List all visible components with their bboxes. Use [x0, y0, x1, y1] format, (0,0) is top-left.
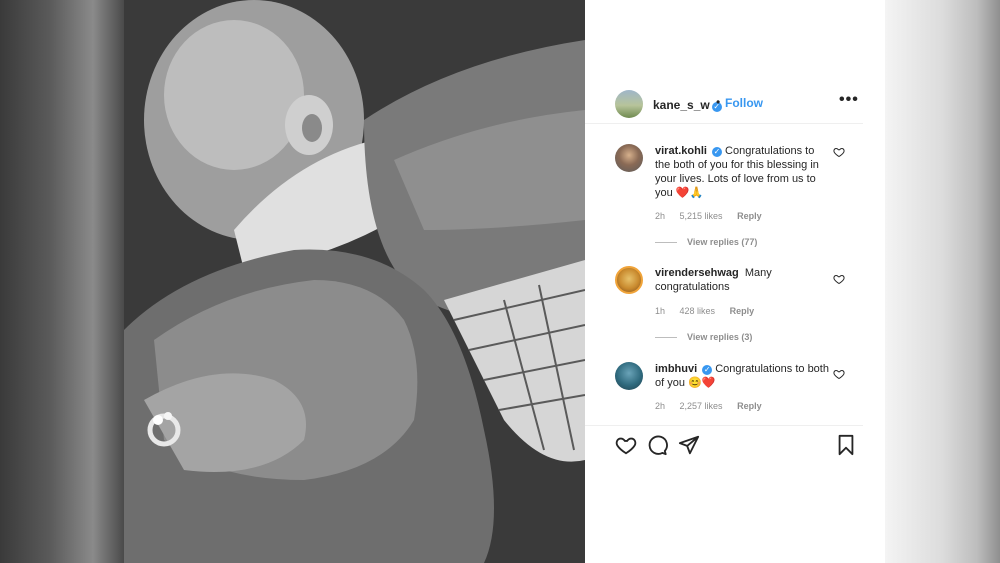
owner-username-group[interactable]: kane_s_w ✓ [653, 96, 722, 114]
owner-avatar[interactable] [615, 90, 643, 118]
comment-item: virat.kohli ✓ Congratulations to the both… [615, 144, 855, 254]
comment-icon[interactable] [646, 434, 668, 456]
comment-meta: 2h 5,215 likes Reply [655, 211, 774, 221]
commenter-username[interactable]: imbhuvi [655, 363, 697, 375]
comment-likes[interactable]: 428 likes [680, 306, 716, 316]
post-action-bar [585, 425, 863, 466]
comment-item: virendersehwag Many congratulations 1h 4… [615, 266, 855, 346]
verified-badge-icon: ✓ [702, 365, 713, 375]
replies-divider [655, 242, 677, 244]
commenter-avatar[interactable] [615, 144, 643, 172]
comment-like-heart-icon[interactable] [833, 273, 845, 285]
reply-button[interactable]: Reply [737, 211, 762, 221]
comment-meta: 2h 2,257 likes Reply [655, 401, 774, 411]
commenter-avatar[interactable] [615, 362, 643, 390]
view-replies-button[interactable]: View replies (3) [655, 332, 752, 342]
comment-time[interactable]: 2h [655, 401, 665, 411]
post-photo[interactable] [124, 0, 585, 563]
comment-like-heart-icon[interactable] [833, 368, 845, 380]
view-replies-label[interactable]: View replies (77) [687, 237, 757, 247]
view-replies-button[interactable]: View replies (77) [655, 237, 757, 247]
commenter-username[interactable]: virendersehwag [655, 267, 739, 279]
comment-emoji: 😊❤️ [688, 377, 716, 389]
reply-button[interactable]: Reply [737, 401, 762, 411]
commenter-username[interactable]: virat.kohli [655, 145, 707, 157]
comment-item: imbhuvi ✓ Congratulations to both of you … [615, 362, 855, 418]
reply-button[interactable]: Reply [730, 306, 755, 316]
share-icon[interactable] [678, 434, 700, 456]
verified-badge-icon: ✓ [711, 147, 722, 157]
comment-body: virat.kohli ✓ Congratulations to the both… [655, 144, 830, 200]
comment-time[interactable]: 2h [655, 211, 665, 221]
comment-time[interactable]: 1h [655, 306, 665, 316]
bookmark-icon[interactable] [835, 434, 857, 456]
comment-body: virendersehwag Many congratulations [655, 266, 830, 294]
follow-button[interactable]: Follow [725, 96, 763, 110]
replies-divider [655, 337, 677, 339]
more-icon[interactable]: ••• [839, 91, 859, 109]
comment-like-heart-icon[interactable] [833, 146, 845, 158]
comment-likes[interactable]: 2,257 likes [680, 401, 723, 411]
blurred-background-right [885, 0, 1000, 563]
comment-meta: 1h 428 likes Reply [655, 306, 766, 316]
separator-dot: • [716, 95, 721, 109]
heart-icon[interactable] [615, 434, 637, 456]
owner-username[interactable]: kane_s_w [653, 98, 710, 112]
photo-artwork [124, 0, 585, 563]
post-header: kane_s_w ✓ • Follow ••• [585, 85, 863, 124]
post-side-panel: kane_s_w ✓ • Follow ••• virat.kohli ✓ Cong… [585, 0, 885, 563]
comment-emoji: ❤️🙏 [675, 187, 704, 199]
commenter-avatar[interactable] [615, 266, 643, 294]
comment-body: imbhuvi ✓ Congratulations to both of you … [655, 362, 830, 390]
view-replies-label[interactable]: View replies (3) [687, 332, 752, 342]
comment-likes[interactable]: 5,215 likes [680, 211, 723, 221]
blurred-background-left [0, 0, 124, 563]
